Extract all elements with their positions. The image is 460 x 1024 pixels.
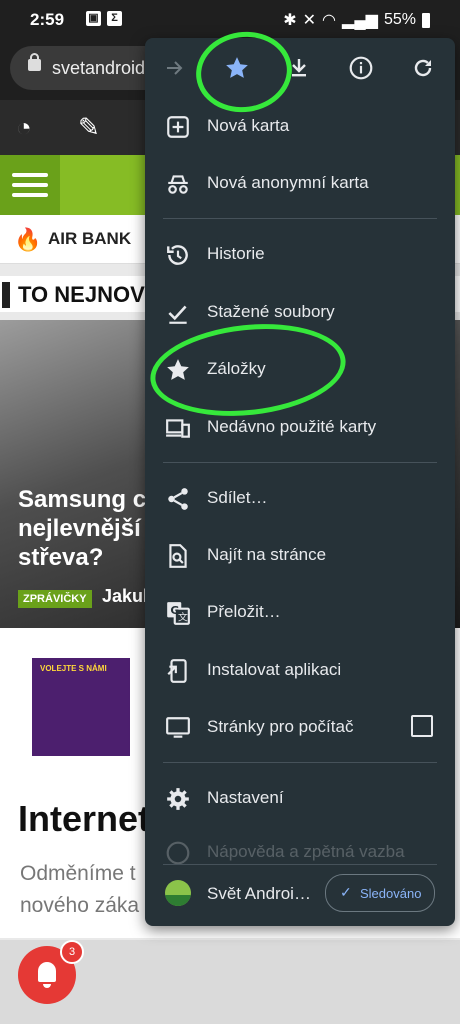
recent-tabs-icon (166, 419, 190, 438)
site-avatar-icon (165, 880, 191, 906)
notification-icons: ▣ Σ (86, 11, 122, 26)
menu-item-label: Nová anonymní karta (207, 173, 369, 192)
svg-text:文: 文 (178, 611, 188, 624)
gallery-notification-icon: ▣ (86, 11, 101, 26)
mute-icon: ✕ (302, 12, 317, 29)
info-icon[interactable] (341, 48, 381, 88)
share-icon (168, 488, 188, 510)
article-title[interactable]: Internet (18, 798, 150, 840)
checkmark-icon: ✓ (340, 884, 352, 900)
following-button-label: Sledováno (360, 886, 422, 901)
menu-top-actions (145, 38, 455, 98)
menu-item-translate[interactable]: G文 Přeložit… (145, 584, 455, 640)
section-heading-text: TO NEJNOV (18, 282, 145, 307)
menu-item-label: Najít na stránce (207, 545, 327, 564)
refresh-icon[interactable] (403, 48, 443, 88)
menu-item-label: Stránky pro počítač (207, 717, 354, 736)
ad-banner[interactable]: VOLEJTE S NÁMI (32, 658, 130, 756)
menu-item-desktop-site[interactable]: Stránky pro počítač (145, 699, 455, 755)
wifi-icon: ◠ (322, 12, 337, 29)
menu-divider (163, 762, 437, 763)
desktop-site-icon (166, 717, 190, 738)
hero-headline[interactable]: Samsung c nejlevnější střeva? (18, 485, 146, 572)
notification-badge: 3 (60, 940, 84, 964)
sigma-notification-icon: Σ (107, 11, 122, 26)
settings-icon (167, 788, 189, 810)
hamburger-menu-icon[interactable] (0, 155, 60, 215)
new-tab-icon (167, 116, 189, 138)
menu-item-share[interactable]: Sdílet… (145, 470, 455, 526)
author-name[interactable]: Jakul (102, 586, 148, 607)
browser-overflow-menu: Nová karta Nová anonymní karta Historie … (145, 38, 455, 926)
forward-icon[interactable] (155, 48, 195, 88)
article-snippet: Odměníme t nového záka (20, 862, 140, 917)
menu-item-label: Stažené soubory (207, 302, 335, 321)
incognito-icon (168, 175, 188, 194)
lock-icon (28, 53, 41, 71)
menu-item-label: Nápověda a zpětná vazba (207, 842, 405, 861)
menu-divider (163, 462, 437, 463)
menu-item-label: Nedávno použité karty (207, 417, 377, 436)
desktop-site-checkbox[interactable] (411, 715, 433, 737)
menu-item-new-incognito-tab[interactable]: Nová anonymní karta (145, 155, 455, 211)
install-app-icon (167, 659, 187, 683)
category-tag[interactable]: ZPRÁVIČKY (18, 590, 92, 608)
menu-item-label: Nastavení (207, 788, 284, 807)
help-icon (166, 841, 190, 864)
history-icon (167, 245, 188, 265)
menu-item-settings[interactable]: Nastavení (145, 770, 455, 826)
menu-item-new-tab[interactable]: Nová karta (145, 98, 455, 154)
battery-icon (422, 12, 430, 28)
menu-item-install-app[interactable]: Instalovat aplikaci (145, 642, 455, 698)
section-heading-bar (2, 282, 10, 308)
following-button[interactable]: ✓ Sledováno (325, 874, 435, 912)
menu-item-label: Instalovat aplikaci (207, 660, 342, 679)
signal-icon: ▂▄▆ (342, 12, 378, 29)
menu-divider (163, 864, 437, 865)
brush-icon[interactable]: ✎ (78, 112, 100, 143)
status-right: ✱ ✕ ◠ ▂▄▆ 55% (283, 10, 430, 30)
menu-item-find-in-page[interactable]: Najít na stránce (145, 527, 455, 583)
menu-item-label: Nová karta (207, 116, 290, 135)
menu-divider (163, 218, 437, 219)
battery-percent: 55% (383, 11, 416, 28)
status-bar: 2:59 ▣ Σ ✱ ✕ ◠ ▂▄▆ 55% (0, 0, 460, 38)
menu-item-label: Historie (207, 244, 265, 263)
status-time: 2:59 (30, 10, 65, 29)
find-in-page-icon (169, 544, 187, 568)
follow-site-row: Svět Androi… ✓ Sledováno (145, 866, 455, 922)
menu-item-label: Přeložit… (207, 602, 281, 621)
translate-icon: G文 (167, 602, 190, 625)
ticker-text: AIR BANK (48, 229, 132, 248)
downloads-icon (168, 305, 187, 324)
ad-text: VOLEJTE S NÁMI (40, 664, 107, 673)
url-text: svetandroid (52, 58, 146, 78)
bluetooth-icon: ✱ (283, 12, 297, 29)
menu-item-history[interactable]: Historie (145, 226, 455, 282)
speedometer-icon[interactable]: ◔ (16, 112, 32, 143)
menu-item-label: Sdílet… (207, 488, 268, 507)
menu-item-help[interactable]: Nápověda a zpětná vazba (145, 824, 455, 864)
follow-site-name: Svět Androi… (207, 884, 311, 903)
flame-icon: 🔥 (14, 227, 42, 252)
